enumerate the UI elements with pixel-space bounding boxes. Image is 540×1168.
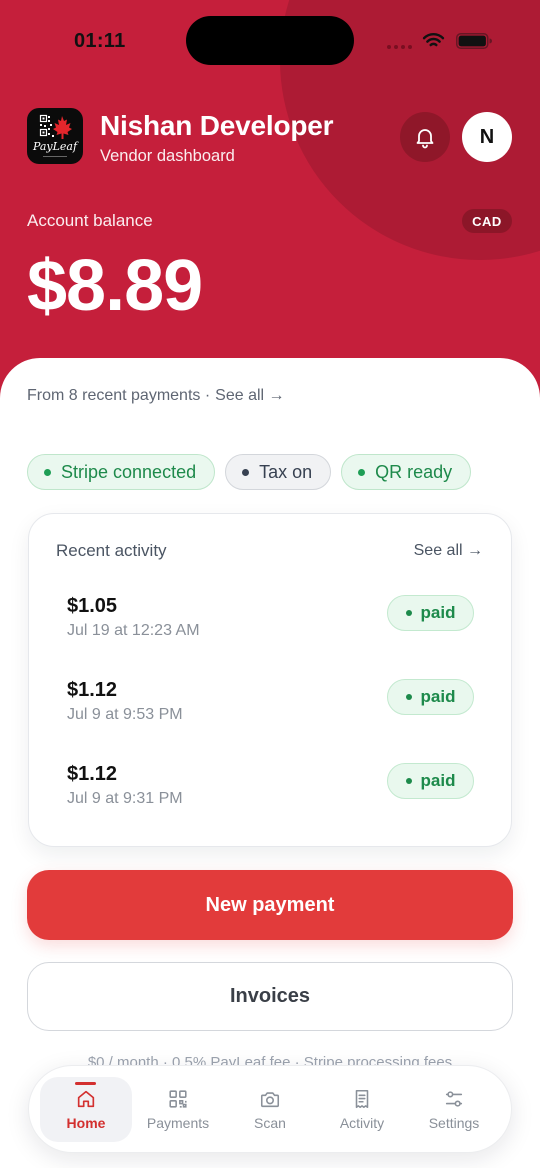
new-payment-button[interactable]: New payment	[27, 870, 513, 940]
home-icon	[77, 1090, 95, 1107]
invoices-button[interactable]: Invoices	[27, 962, 513, 1031]
status-badge: paid	[387, 595, 474, 631]
nav-item-home[interactable]: Home	[40, 1076, 132, 1142]
activity-amount: $1.12	[67, 679, 118, 701]
cellular-signal-icon	[387, 45, 412, 49]
nav-label: Payments	[146, 1114, 210, 1131]
chip-stripe-connected: Stripe connected	[27, 454, 216, 490]
status-dot	[405, 778, 412, 784]
status-time: 01:11	[74, 30, 126, 52]
battery-icon	[456, 33, 492, 49]
chip-tax-on: Tax on	[225, 454, 332, 490]
recent-activity-card: Recent activity See all → $1.05 Jul 19 a…	[28, 513, 512, 847]
status-chips: Stripe connected Tax on QR ready	[27, 454, 472, 490]
activity-amount: $1.12	[67, 763, 118, 785]
status-badge: paid	[387, 679, 474, 715]
active-indicator	[75, 1081, 96, 1085]
receipt-icon	[355, 1089, 369, 1108]
nav-item-payments[interactable]: Payments	[132, 1077, 224, 1142]
activity-row[interactable]: $1.12 Jul 9 at 9:31 PM paid	[67, 762, 474, 822]
nav-label: Activity	[339, 1114, 385, 1131]
activity-amount: $1.05	[67, 595, 118, 617]
vendor-name: Nishan Developer	[100, 110, 334, 141]
chip-label: Stripe connected	[61, 461, 197, 482]
status-dot	[405, 694, 412, 700]
bottom-nav: Home Payments Scan Activity Settings	[28, 1065, 512, 1153]
nav-label: Home	[66, 1114, 106, 1131]
activity-row[interactable]: $1.12 Jul 9 at 9:53 PM paid	[67, 678, 474, 738]
status-badge-label: paid	[420, 771, 456, 790]
camera-icon	[260, 1091, 280, 1107]
activity-date: Jul 9 at 9:31 PM	[67, 790, 183, 807]
chip-label: Tax on	[259, 461, 313, 482]
status-dot	[44, 468, 51, 476]
chip-label: QR ready	[375, 461, 453, 482]
activity-date: Jul 9 at 9:53 PM	[67, 706, 183, 723]
status-badge-label: paid	[420, 603, 456, 622]
activity-date: Jul 19 at 12:23 AM	[67, 622, 200, 639]
recent-activity-title: Recent activity	[56, 541, 167, 560]
status-dot	[242, 468, 250, 476]
wifi-icon	[422, 33, 445, 47]
balance-summary: From 8 recent payments · See all →	[27, 386, 285, 406]
activity-row[interactable]: $1.05 Jul 19 at 12:23 AM paid	[67, 594, 474, 654]
see-all-activity-link[interactable]: See all →	[414, 541, 483, 561]
status-dot	[405, 610, 412, 616]
nav-label: Scan	[254, 1114, 286, 1131]
chip-qr-ready: QR ready	[341, 454, 472, 490]
dynamic-island	[186, 16, 354, 65]
nav-item-activity[interactable]: Activity	[316, 1077, 408, 1142]
see-all-payments-link[interactable]: See all →	[215, 386, 284, 406]
status-dot	[358, 468, 366, 476]
logo-wordmark: PayLeaf	[32, 140, 78, 153]
status-badge: paid	[387, 763, 474, 799]
notifications-button[interactable]	[400, 112, 450, 162]
app-logo: PayLeaf	[27, 108, 83, 164]
nav-item-settings[interactable]: Settings	[408, 1077, 500, 1142]
vendor-subtitle: Vendor dashboard	[100, 147, 235, 165]
nav-item-scan[interactable]: Scan	[224, 1077, 316, 1142]
balance-summary-text: From 8 recent payments ·	[27, 387, 211, 404]
balance-label: Account balance	[27, 211, 153, 230]
status-badge-label: paid	[420, 687, 456, 706]
payleaf-logo-icon	[39, 114, 72, 157]
balance-amount: $8.89	[27, 246, 203, 326]
sliders-icon	[445, 1090, 463, 1107]
nav-label: Settings	[428, 1114, 480, 1131]
bell-icon	[416, 129, 434, 149]
currency-badge: CAD	[462, 209, 512, 233]
qr-code-icon	[169, 1089, 187, 1108]
avatar[interactable]: N	[462, 112, 512, 162]
